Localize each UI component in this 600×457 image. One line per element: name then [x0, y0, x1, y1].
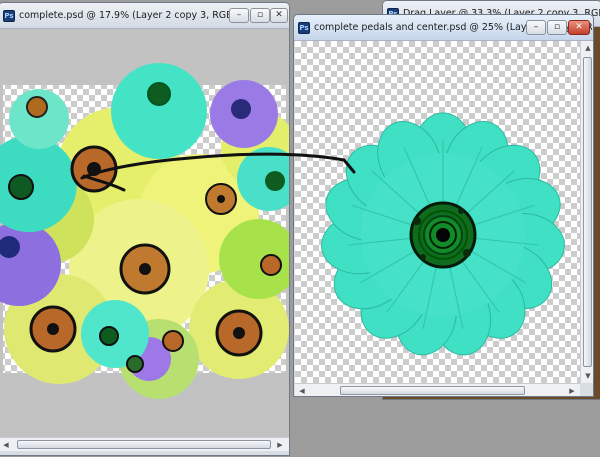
pedals-psd-window[interactable]: Ps complete pedals and center.psd @ 25% …	[293, 14, 594, 397]
scroll-left-icon[interactable]: ◀	[0, 438, 13, 452]
complete-psd-titlebar[interactable]: Ps complete.psd @ 17.9% (Layer 2 copy 3,…	[0, 3, 289, 29]
complete-canvas-area[interactable]	[0, 29, 289, 437]
photoshop-document-icon: Ps	[3, 10, 15, 22]
horizontal-scroll-thumb[interactable]	[340, 386, 525, 395]
photoshop-document-icon: Ps	[298, 22, 310, 34]
horizontal-scrollbar[interactable]: ◀ ▶	[295, 383, 580, 396]
window-title: complete.psd @ 17.9% (Layer 2 copy 3, RG…	[19, 10, 246, 21]
vertical-scrollbar[interactable]: ▲ ▼	[580, 41, 593, 383]
scroll-right-icon[interactable]: ▶	[273, 438, 287, 452]
maximize-icon[interactable]: ▫	[250, 8, 270, 23]
flower-center	[409, 201, 477, 269]
collage-layer	[0, 63, 289, 399]
pedals-canvas-area[interactable]	[295, 41, 580, 383]
horizontal-scrollbar[interactable]: ◀ ▶	[0, 437, 289, 451]
minimize-icon[interactable]: –	[526, 20, 546, 35]
scroll-up-icon[interactable]: ▲	[581, 41, 593, 55]
maximize-icon[interactable]: ▫	[547, 20, 567, 35]
minimize-icon[interactable]: –	[229, 8, 249, 23]
scroll-down-icon[interactable]: ▼	[581, 369, 593, 383]
close-icon[interactable]: ✕	[568, 20, 590, 35]
complete-psd-window[interactable]: Ps complete.psd @ 17.9% (Layer 2 copy 3,…	[0, 2, 290, 456]
pedals-psd-titlebar[interactable]: Ps complete pedals and center.psd @ 25% …	[294, 15, 593, 41]
scroll-right-icon[interactable]: ▶	[565, 384, 579, 396]
scroll-left-icon[interactable]: ◀	[295, 384, 309, 396]
teal-flower-image[interactable]	[295, 41, 580, 383]
horizontal-scroll-thumb[interactable]	[17, 440, 271, 449]
vertical-scroll-thumb[interactable]	[583, 57, 592, 367]
close-icon[interactable]: ✕	[270, 8, 288, 23]
flower-collage-image[interactable]	[0, 29, 289, 437]
